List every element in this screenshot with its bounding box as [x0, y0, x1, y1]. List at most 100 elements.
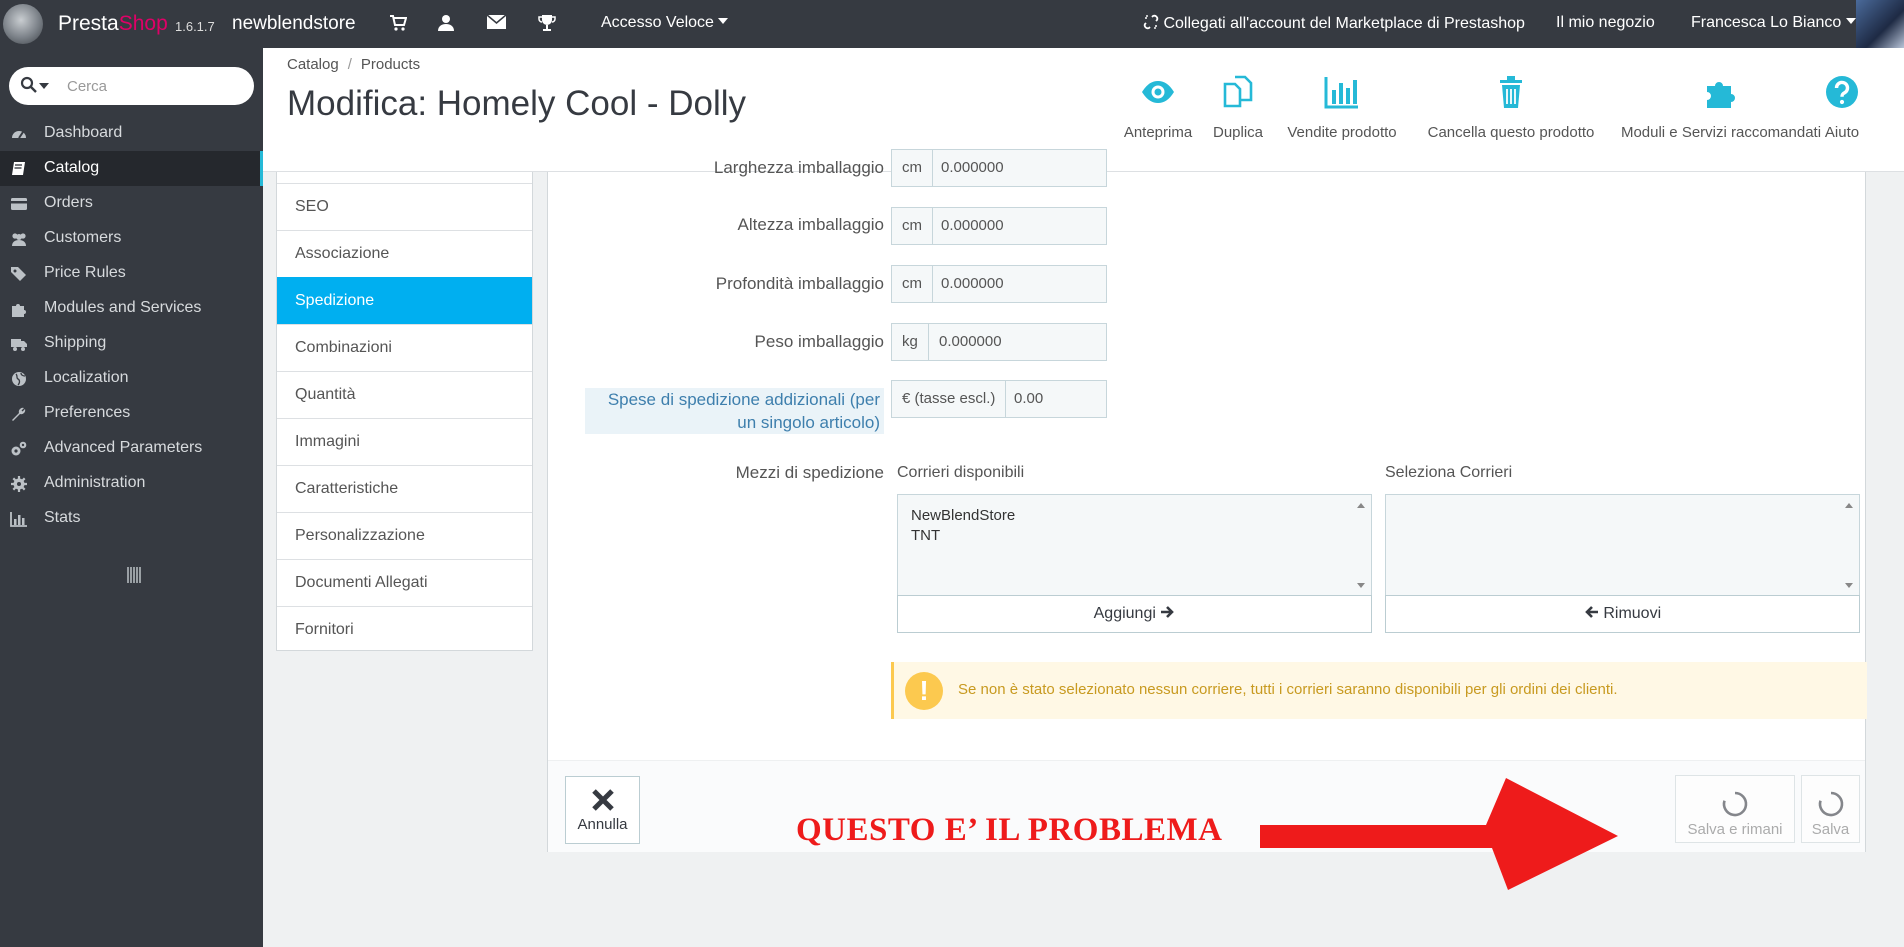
selected-carriers-label: Seleziona Corrieri — [1385, 464, 1513, 481]
recommended-modules-button[interactable]: Moduli e Servizi raccomandati — [1615, 74, 1827, 166]
puzzle-icon — [1707, 82, 1735, 108]
save-button[interactable]: Salva — [1801, 775, 1860, 843]
carrier-option[interactable]: NewBlendStore — [911, 507, 1015, 524]
scroll-up-icon[interactable] — [1845, 503, 1853, 508]
my-store-link[interactable]: Il mio negozio — [1556, 14, 1655, 32]
carriers-label: Mezzi di spedizione — [735, 463, 884, 482]
marketplace-link[interactable]: Collegati all'account del Marketplace di… — [1143, 14, 1525, 33]
extra-shipping-fees-label[interactable]: Spese di spedizione addizionali (per un … — [585, 388, 884, 434]
sidebar-item-customers[interactable]: Customers — [0, 221, 263, 256]
preview-button[interactable]: Anteprima — [1119, 74, 1197, 166]
width-label: Larghezza imballaggio — [713, 158, 884, 177]
tab-combinations[interactable]: Combinazioni — [277, 324, 532, 371]
trash-icon — [1500, 76, 1522, 108]
prestashop-logo[interactable] — [3, 4, 43, 44]
globe-icon — [12, 372, 26, 386]
cancel-button[interactable]: Annulla — [565, 776, 640, 844]
duplicate-button[interactable]: Duplica — [1205, 74, 1271, 166]
cart-icon[interactable] — [389, 14, 407, 32]
cogs-icon — [11, 441, 27, 456]
scroll-down-icon[interactable] — [1357, 583, 1365, 588]
sidebar-item-dashboard[interactable]: Dashboard — [0, 116, 263, 151]
add-carrier-button[interactable]: Aggiungi — [897, 595, 1372, 633]
scroll-down-icon[interactable] — [1845, 583, 1853, 588]
book-icon — [12, 162, 25, 175]
page-title: Modifica: Homely Cool - Dolly — [287, 84, 747, 123]
exclamation-icon: ! — [905, 672, 943, 710]
available-carriers-list[interactable]: NewBlendStore TNT — [897, 494, 1372, 597]
eye-icon — [1142, 81, 1174, 103]
brand-name[interactable]: PrestaShop — [58, 12, 168, 36]
search-icon[interactable] — [20, 76, 38, 94]
shop-name[interactable]: newblendstore — [232, 13, 356, 35]
tab-associations[interactable]: Associazione — [277, 230, 532, 277]
sidebar-item-catalog[interactable]: Catalog — [0, 151, 263, 186]
chevron-down-icon — [717, 18, 728, 24]
sidebar-item-administration[interactable]: Administration — [0, 466, 263, 501]
scroll-up-icon[interactable] — [1357, 503, 1365, 508]
sidebar-item-stats[interactable]: Stats — [0, 501, 263, 536]
tab-shipping[interactable]: Spedizione — [277, 277, 532, 324]
tab-features[interactable]: Caratteristiche — [277, 465, 532, 512]
chain-broken-icon — [1143, 14, 1159, 30]
tab-customization[interactable]: Personalizzazione — [277, 512, 532, 559]
selected-carriers-list[interactable] — [1385, 494, 1860, 597]
tab-quantities[interactable]: Quantità — [277, 371, 532, 418]
tab-attachments[interactable]: Documenti Allegati — [277, 559, 532, 606]
trophy-icon[interactable] — [538, 14, 556, 32]
copy-icon — [1223, 75, 1253, 108]
arrow-left-icon — [1585, 606, 1598, 618]
arrow-right-icon — [1161, 606, 1175, 618]
sidebar-item-shipping[interactable]: Shipping — [0, 326, 263, 361]
tab-seo[interactable]: SEO — [277, 183, 532, 230]
sidebar-item-advanced-parameters[interactable]: Advanced Parameters — [0, 431, 263, 466]
sidebar-item-localization[interactable]: Localization — [0, 361, 263, 396]
width-input[interactable]: cm 0.000000 — [891, 149, 1107, 187]
collapse-sidebar-icon[interactable] — [126, 566, 142, 584]
delete-product-button[interactable]: Cancella questo prodotto — [1421, 74, 1601, 166]
red-arrow-annotation — [1260, 778, 1618, 890]
carrier-option[interactable]: TNT — [911, 527, 940, 544]
depth-label: Profondità imballaggio — [715, 274, 884, 293]
quick-access-menu[interactable]: Accesso Veloce — [601, 14, 728, 32]
close-icon — [591, 789, 614, 811]
remove-carrier-button[interactable]: Rimuovi — [1385, 595, 1860, 633]
envelope-icon[interactable] — [487, 14, 506, 30]
wrench-icon — [12, 407, 26, 421]
height-label: Altezza imballaggio — [737, 215, 884, 234]
chevron-down-icon[interactable] — [39, 83, 49, 89]
sidebar: Dashboard Catalog Orders Customers Price… — [0, 48, 263, 947]
sidebar-item-price-rules[interactable]: Price Rules — [0, 256, 263, 291]
tags-icon — [11, 267, 26, 281]
bar-chart-icon — [1324, 77, 1358, 109]
weight-label: Peso imballaggio — [754, 332, 884, 351]
extra-shipping-fees-input[interactable]: € (tasse escl.) 0.00 — [891, 380, 1107, 418]
product-tabs: SEO Associazione Spedizione Combinazioni… — [276, 172, 533, 651]
dashboard-icon — [12, 131, 26, 139]
user-menu[interactable]: Francesca Lo Bianco — [1691, 14, 1857, 32]
chevron-down-icon — [1846, 18, 1857, 24]
users-icon — [12, 233, 26, 246]
tab-images[interactable]: Immagini — [277, 418, 532, 465]
save-and-stay-button[interactable]: Salva e rimani — [1675, 775, 1795, 843]
breadcrumb-item-products[interactable]: Products — [361, 56, 420, 73]
breadcrumb-item-catalog[interactable]: Catalog — [287, 56, 339, 73]
weight-input[interactable]: kg 0.000000 — [891, 323, 1107, 361]
sidebar-item-orders[interactable]: Orders — [0, 186, 263, 221]
avatar[interactable] — [1856, 0, 1904, 48]
truck-icon — [11, 339, 27, 351]
annotation-text: QUESTO E’ IL PROBLEMA — [796, 812, 1223, 848]
sidebar-item-modules[interactable]: Modules and Services — [0, 291, 263, 326]
user-icon[interactable] — [437, 14, 455, 32]
version-label: 1.6.1.7 — [175, 19, 215, 34]
sidebar-item-preferences[interactable]: Preferences — [0, 396, 263, 431]
tab-suppliers[interactable]: Fornitori — [277, 606, 532, 653]
available-carriers-label: Corrieri disponibili — [897, 464, 1025, 481]
spinner-icon — [1818, 791, 1843, 817]
search-input[interactable] — [67, 74, 242, 98]
help-button[interactable]: Aiuto — [1807, 74, 1877, 166]
depth-input[interactable]: cm 0.000000 — [891, 265, 1107, 303]
product-sales-button[interactable]: Vendite prodotto — [1280, 74, 1404, 166]
height-input[interactable]: cm 0.000000 — [891, 207, 1107, 245]
credit-card-icon — [11, 198, 27, 210]
